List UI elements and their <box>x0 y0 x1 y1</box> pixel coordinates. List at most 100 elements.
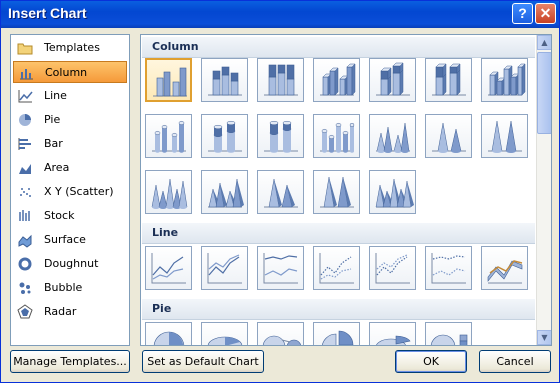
chart-thumbnail-icon <box>320 176 354 208</box>
scroll-down-button[interactable]: ▼ <box>537 330 551 345</box>
chart-type-3d-pyramid[interactable] <box>369 170 416 214</box>
close-button[interactable]: ✕ <box>535 3 556 24</box>
category-label: Pie <box>44 113 61 126</box>
chart-type-100pct-stacked-line[interactable] <box>257 246 304 290</box>
ok-button[interactable]: OK <box>395 350 467 373</box>
category-label: Bubble <box>44 281 83 294</box>
chart-thumbnail-icon <box>207 253 242 284</box>
chart-type-pie-of-pie[interactable] <box>257 322 304 345</box>
chart-thumbnail-icon <box>264 178 298 208</box>
category-item-stock[interactable]: Stock <box>13 205 127 227</box>
section-header-pie: Pie <box>142 299 535 320</box>
column-chart-icon <box>18 65 34 81</box>
category-item-bar[interactable]: Bar <box>13 133 127 155</box>
category-item-surface[interactable]: Surface <box>13 229 127 251</box>
line-chart-icon <box>17 88 33 104</box>
chart-thumbnail-icon <box>151 253 186 284</box>
chart-type-100pct-stacked-cylinder[interactable] <box>257 114 304 158</box>
chart-thumbnail-icon <box>264 120 298 153</box>
chart-type-3d-stacked-column[interactable] <box>369 58 416 102</box>
category-item-doughnut[interactable]: Doughnut <box>13 253 127 275</box>
chart-type-line[interactable] <box>145 246 192 290</box>
chart-thumbnail-icon: NaN" width="3" height="3" fill="#222"/>N… <box>375 253 410 284</box>
chart-type-stacked-cone[interactable] <box>425 114 472 158</box>
chart-type-3d-100pct-stacked-column[interactable] <box>425 58 472 102</box>
chart-thumbnail-icon <box>487 260 523 284</box>
section-header-line: Line <box>142 223 535 244</box>
category-item-line[interactable]: Line <box>13 85 127 107</box>
category-item-radar[interactable]: Radar <box>13 301 127 323</box>
section-title: Column <box>152 40 199 53</box>
chart-type-line-with-markers[interactable]: NaN" width="3" height="3" fill="#222"/>N… <box>313 246 360 290</box>
section-header-column: Column <box>142 37 535 58</box>
chart-thumbnail-icon <box>376 335 411 345</box>
dialog-title: Insert Chart <box>8 5 87 21</box>
chart-type-3d-clustered-column[interactable] <box>313 58 360 102</box>
chart-thumbnail-icon <box>208 120 242 153</box>
pie-chart-icon <box>17 112 33 128</box>
chart-thumbnail-icon <box>320 122 355 153</box>
chart-thumbnail-icon <box>207 336 243 345</box>
chart-thumbnail-icon <box>208 66 242 96</box>
chart-type-100pct-stacked-column[interactable] <box>257 58 304 102</box>
category-label: Surface <box>44 233 86 246</box>
area-chart-icon <box>17 160 33 176</box>
help-button[interactable]: ? <box>512 3 533 24</box>
chart-type-100pct-stacked-pyramid[interactable] <box>313 170 360 214</box>
chart-thumbnail-icon <box>262 335 302 345</box>
category-item-column[interactable]: Column <box>13 61 127 83</box>
stock-chart-icon <box>17 208 33 224</box>
chart-type-3d-pie[interactable] <box>201 322 248 345</box>
chart-type-stacked-pyramid[interactable] <box>257 170 304 214</box>
chart-type-stacked-column[interactable] <box>201 58 248 102</box>
chart-type-clustered-pyramid[interactable] <box>201 170 248 214</box>
chart-type-pie[interactable] <box>145 322 192 345</box>
category-label: Doughnut <box>44 257 99 270</box>
manage-templates-button[interactable]: Manage Templates... <box>10 350 130 373</box>
category-item-area[interactable]: Area <box>13 157 127 179</box>
scroll-thumb[interactable] <box>537 52 551 134</box>
category-item-bubble[interactable]: Bubble <box>13 277 127 299</box>
chart-thumbnail-icon <box>320 63 356 96</box>
chart-type-stacked-line-with-markers[interactable]: NaN" width="3" height="3" fill="#222"/>N… <box>369 246 416 290</box>
category-item-folder[interactable]: Templates <box>13 37 127 59</box>
bubble-chart-icon <box>17 280 33 296</box>
chart-thumbnail-icon: NaN" width="3" height="3" fill="#222"/>N… <box>431 253 466 284</box>
category-item-scatter[interactable]: X Y (Scatter) <box>13 181 127 203</box>
radar-chart-icon <box>17 304 33 320</box>
chart-thumbnail-icon <box>488 120 522 153</box>
chart-type-clustered-cone[interactable] <box>369 114 416 158</box>
section-title: Line <box>152 226 179 239</box>
chart-type-stacked-cylinder[interactable] <box>201 114 248 158</box>
chart-type-3d-line[interactable] <box>481 246 528 290</box>
set-default-chart-button[interactable]: Set as Default Chart <box>142 350 264 373</box>
category-label: X Y (Scatter) <box>44 185 114 198</box>
chart-thumbnail-icon <box>208 178 244 208</box>
chart-type-stacked-line[interactable] <box>201 246 248 290</box>
category-item-pie[interactable]: Pie <box>13 109 127 131</box>
chart-thumbnail-icon <box>151 178 188 209</box>
chart-type-100pct-stacked-cone[interactable] <box>481 114 528 158</box>
chart-thumbnail-icon <box>263 253 298 284</box>
chart-type-3d-exploded-pie[interactable] <box>369 322 416 345</box>
category-label: Bar <box>44 137 63 150</box>
chart-gallery: ▲ ▼ Column Line NaN" width="3" height="3" … <box>140 34 552 346</box>
chart-type-3d-column[interactable] <box>481 58 528 102</box>
chart-type-exploded-pie[interactable] <box>313 322 360 345</box>
title-bar: Insert Chart ? ✕ <box>1 1 559 28</box>
bar-chart-icon <box>17 136 33 152</box>
chart-type-clustered-cylinder[interactable] <box>145 114 192 158</box>
gallery-scrollbar[interactable]: ▲ ▼ <box>536 35 551 345</box>
chart-thumbnail-icon <box>153 331 185 345</box>
cancel-button[interactable]: Cancel <box>479 350 551 373</box>
scatter-chart-icon <box>17 184 33 200</box>
chart-thumbnail-icon <box>322 330 354 345</box>
chart-thumbnail-icon <box>153 67 187 97</box>
chart-type-bar-of-pie[interactable] <box>425 322 472 345</box>
chart-type-3d-cone[interactable] <box>145 170 192 214</box>
chart-type-3d-cylinder[interactable] <box>313 114 360 158</box>
chart-thumbnail-icon <box>488 63 526 96</box>
scroll-up-button[interactable]: ▲ <box>537 35 551 50</box>
chart-type-100pct-stacked-line-with-markers[interactable]: NaN" width="3" height="3" fill="#222"/>N… <box>425 246 472 290</box>
chart-type-clustered-column[interactable] <box>145 58 192 102</box>
